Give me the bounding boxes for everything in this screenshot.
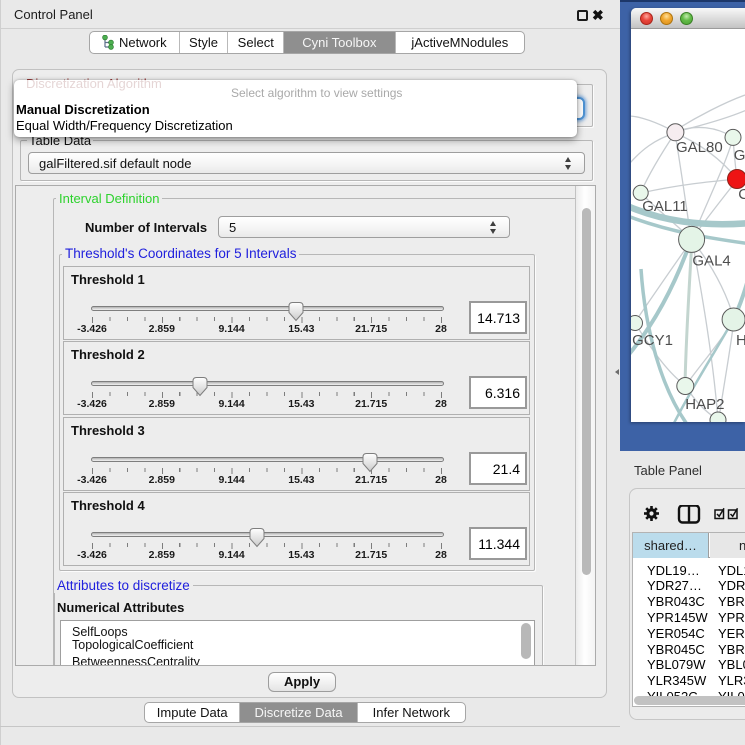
svg-text:C: C [738, 186, 745, 203]
svg-text:GAL4: GAL4 [692, 253, 730, 270]
svg-text:H: H [736, 332, 745, 349]
svg-text:GAL11: GAL11 [642, 198, 688, 215]
svg-text:HAP2: HAP2 [685, 396, 724, 413]
svg-text:GAL80: GAL80 [676, 139, 723, 156]
svg-text:GCY1: GCY1 [632, 332, 673, 349]
svg-text:GA: GA [734, 147, 745, 164]
